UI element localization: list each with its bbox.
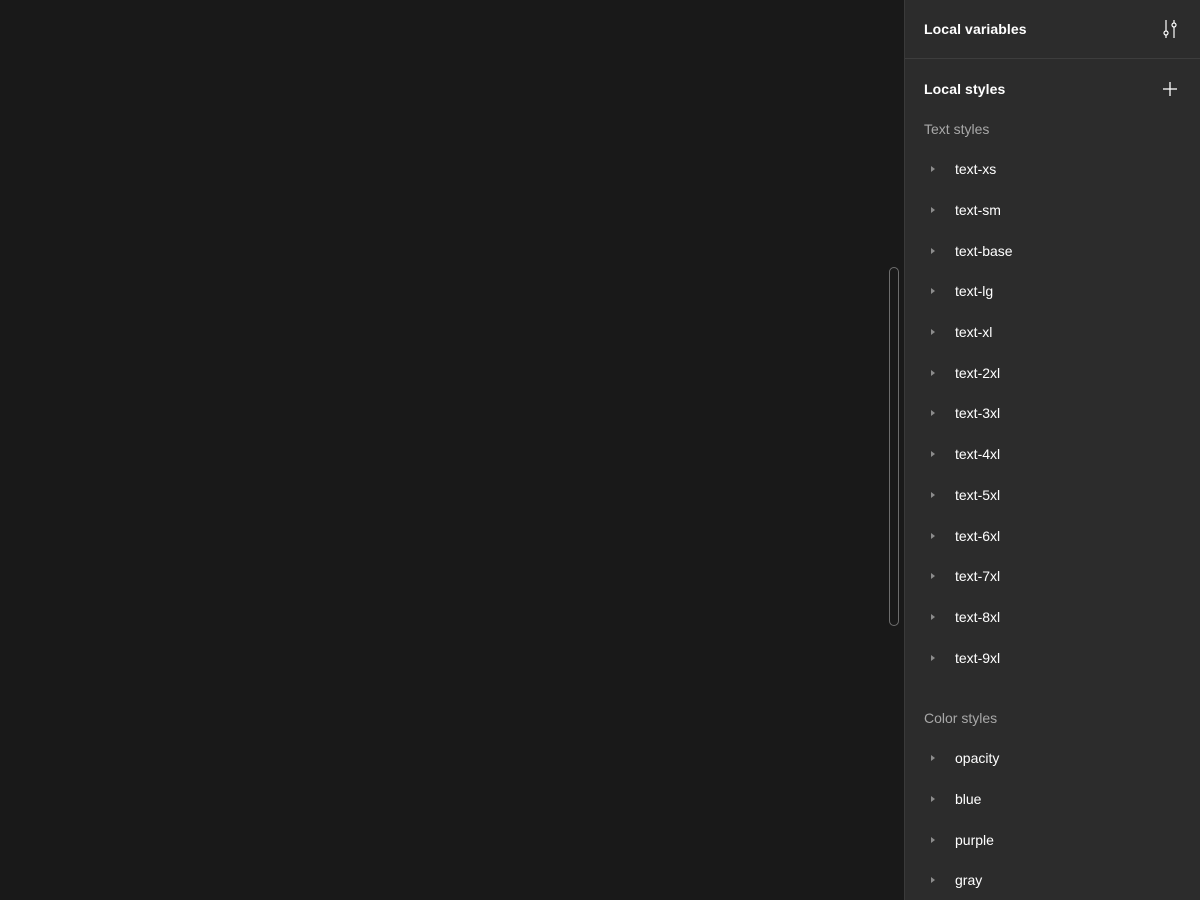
caret-right-icon[interactable] — [931, 491, 935, 498]
caret-right-icon[interactable] — [931, 369, 935, 376]
color-styles-list: opacity blue purple gray — [905, 738, 1200, 900]
style-item-label: text-3xl — [955, 405, 1001, 422]
caret-right-icon[interactable] — [931, 451, 935, 458]
caret-right-icon[interactable] — [931, 329, 935, 336]
canvas-scrollbar[interactable] — [889, 267, 899, 626]
sliders-icon[interactable] — [1160, 19, 1180, 39]
color-styles-group-label: Color styles — [924, 709, 998, 726]
text-styles-list: text-xs text-sm text-base text-lg text-xl tex… — [905, 149, 1200, 678]
caret-right-icon[interactable] — [931, 755, 935, 762]
caret-right-icon[interactable] — [931, 613, 935, 620]
style-list-item[interactable]: text-5xl — [905, 475, 1200, 516]
style-list-item[interactable]: text-lg — [905, 271, 1200, 312]
style-item-label: gray — [955, 872, 983, 889]
caret-right-icon[interactable] — [931, 836, 935, 843]
local-variables-title: Local variables — [924, 21, 1027, 37]
style-list-item[interactable]: text-7xl — [905, 556, 1200, 597]
caret-right-icon[interactable] — [931, 247, 935, 254]
caret-right-icon[interactable] — [931, 410, 935, 417]
caret-right-icon[interactable] — [931, 795, 935, 802]
style-item-label: text-6xl — [955, 527, 1001, 544]
style-list-item[interactable]: text-base — [905, 230, 1200, 271]
style-item-label: blue — [955, 790, 982, 807]
style-item-label: text-xs — [955, 161, 997, 178]
style-item-label: purple — [955, 831, 994, 848]
plus-icon[interactable] — [1160, 79, 1180, 99]
style-list-item[interactable]: purple — [905, 819, 1200, 860]
local-variables-header[interactable]: Local variables — [905, 0, 1200, 59]
style-list-item[interactable]: text-sm — [905, 190, 1200, 231]
style-item-label: text-2xl — [955, 364, 1001, 381]
style-item-label: text-5xl — [955, 486, 1001, 503]
style-list-item[interactable]: text-4xl — [905, 434, 1200, 475]
style-item-label: text-4xl — [955, 446, 1001, 463]
style-item-label: text-9xl — [955, 649, 1001, 666]
local-styles-title: Local styles — [924, 81, 1006, 97]
style-list-item[interactable]: opacity — [905, 738, 1200, 779]
caret-right-icon[interactable] — [931, 877, 935, 884]
style-list-item[interactable]: gray — [905, 860, 1200, 900]
caret-right-icon[interactable] — [931, 654, 935, 661]
style-list-item[interactable]: text-6xl — [905, 515, 1200, 556]
style-list-item[interactable]: text-3xl — [905, 393, 1200, 434]
caret-right-icon[interactable] — [931, 207, 935, 214]
right-sidebar-panel: Local variables Local styles Text styles… — [904, 0, 1200, 900]
style-item-label: text-8xl — [955, 608, 1001, 625]
style-item-label: text-7xl — [955, 568, 1001, 585]
style-item-label: text-xl — [955, 324, 993, 341]
style-item-label: text-base — [955, 242, 1013, 259]
style-list-item[interactable]: text-9xl — [905, 637, 1200, 678]
style-list-item[interactable]: text-xs — [905, 149, 1200, 190]
style-item-label: opacity — [955, 750, 1000, 767]
caret-right-icon[interactable] — [931, 573, 935, 580]
style-list-item[interactable]: text-2xl — [905, 352, 1200, 393]
text-styles-group-label: Text styles — [924, 121, 990, 137]
caret-right-icon[interactable] — [931, 166, 935, 173]
caret-right-icon[interactable] — [931, 288, 935, 295]
style-list-item[interactable]: text-8xl — [905, 597, 1200, 638]
caret-right-icon[interactable] — [931, 532, 935, 539]
style-item-label: text-lg — [955, 283, 994, 300]
style-list-item[interactable]: text-xl — [905, 312, 1200, 353]
style-item-label: text-sm — [955, 202, 1001, 219]
style-list-item[interactable]: blue — [905, 779, 1200, 820]
canvas-area[interactable] — [0, 0, 904, 900]
